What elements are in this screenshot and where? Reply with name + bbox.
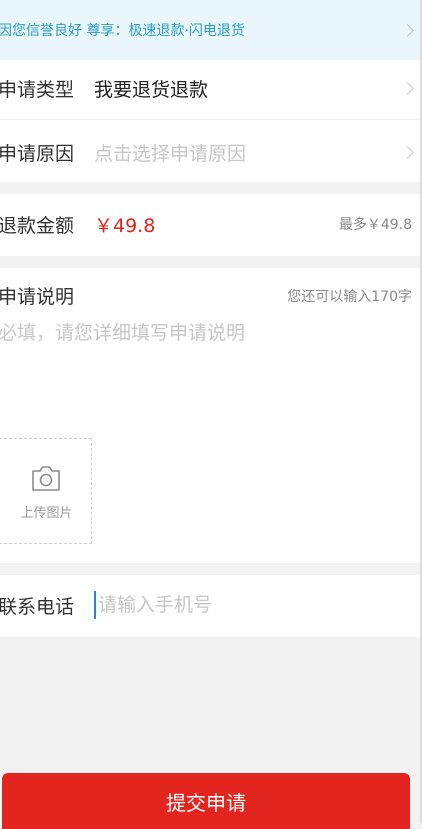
refund-max-amount: 最多￥49.8: [338, 217, 412, 233]
promo-banner[interactable]: 因您信誉良好 尊享：极速退款·闪电退货: [0, 0, 422, 60]
camera-icon: [32, 466, 60, 491]
apply-reason-label: 申请原因: [0, 142, 75, 165]
phone-label: 联系电话: [0, 595, 75, 618]
chevron-right-icon: [401, 23, 414, 37]
apply-reason-row[interactable]: 申请原因 点击选择申请原因: [0, 120, 422, 184]
description-char-counter: 您还可以输入170字: [287, 289, 412, 305]
upload-image-label: 上传图片: [20, 506, 73, 521]
upload-image-button[interactable]: 上传图片: [0, 438, 92, 544]
description-label: 申请说明: [0, 286, 75, 308]
apply-type-label: 申请类型: [0, 78, 75, 101]
apply-type-row[interactable]: 申请类型 我要退货退款: [0, 56, 422, 120]
refund-amount-row: 退款金额 ￥49.8 最多￥49.8: [0, 192, 422, 256]
phone-section: 联系电话: [0, 575, 422, 637]
refund-amount-label: 退款金额: [0, 214, 75, 237]
phone-input[interactable]: [94, 591, 398, 619]
refund-section: 退款金额 ￥49.8 最多￥49.8: [0, 194, 422, 256]
submit-button[interactable]: 提交申请: [2, 773, 410, 829]
description-textarea[interactable]: [0, 318, 418, 418]
chevron-right-icon: [401, 145, 414, 159]
refund-amount-value: ￥49.8: [94, 214, 156, 237]
promo-banner-text: 因您信誉良好 尊享：极速退款·闪电退货: [0, 23, 245, 39]
chevron-right-icon: [401, 81, 414, 95]
apply-type-value: 我要退货退款: [94, 78, 209, 101]
phone-row: 联系电话: [0, 573, 422, 637]
apply-section: 申请类型 我要退货退款 申请原因 点击选择申请原因: [0, 60, 422, 182]
apply-reason-placeholder: 点击选择申请原因: [94, 142, 247, 165]
